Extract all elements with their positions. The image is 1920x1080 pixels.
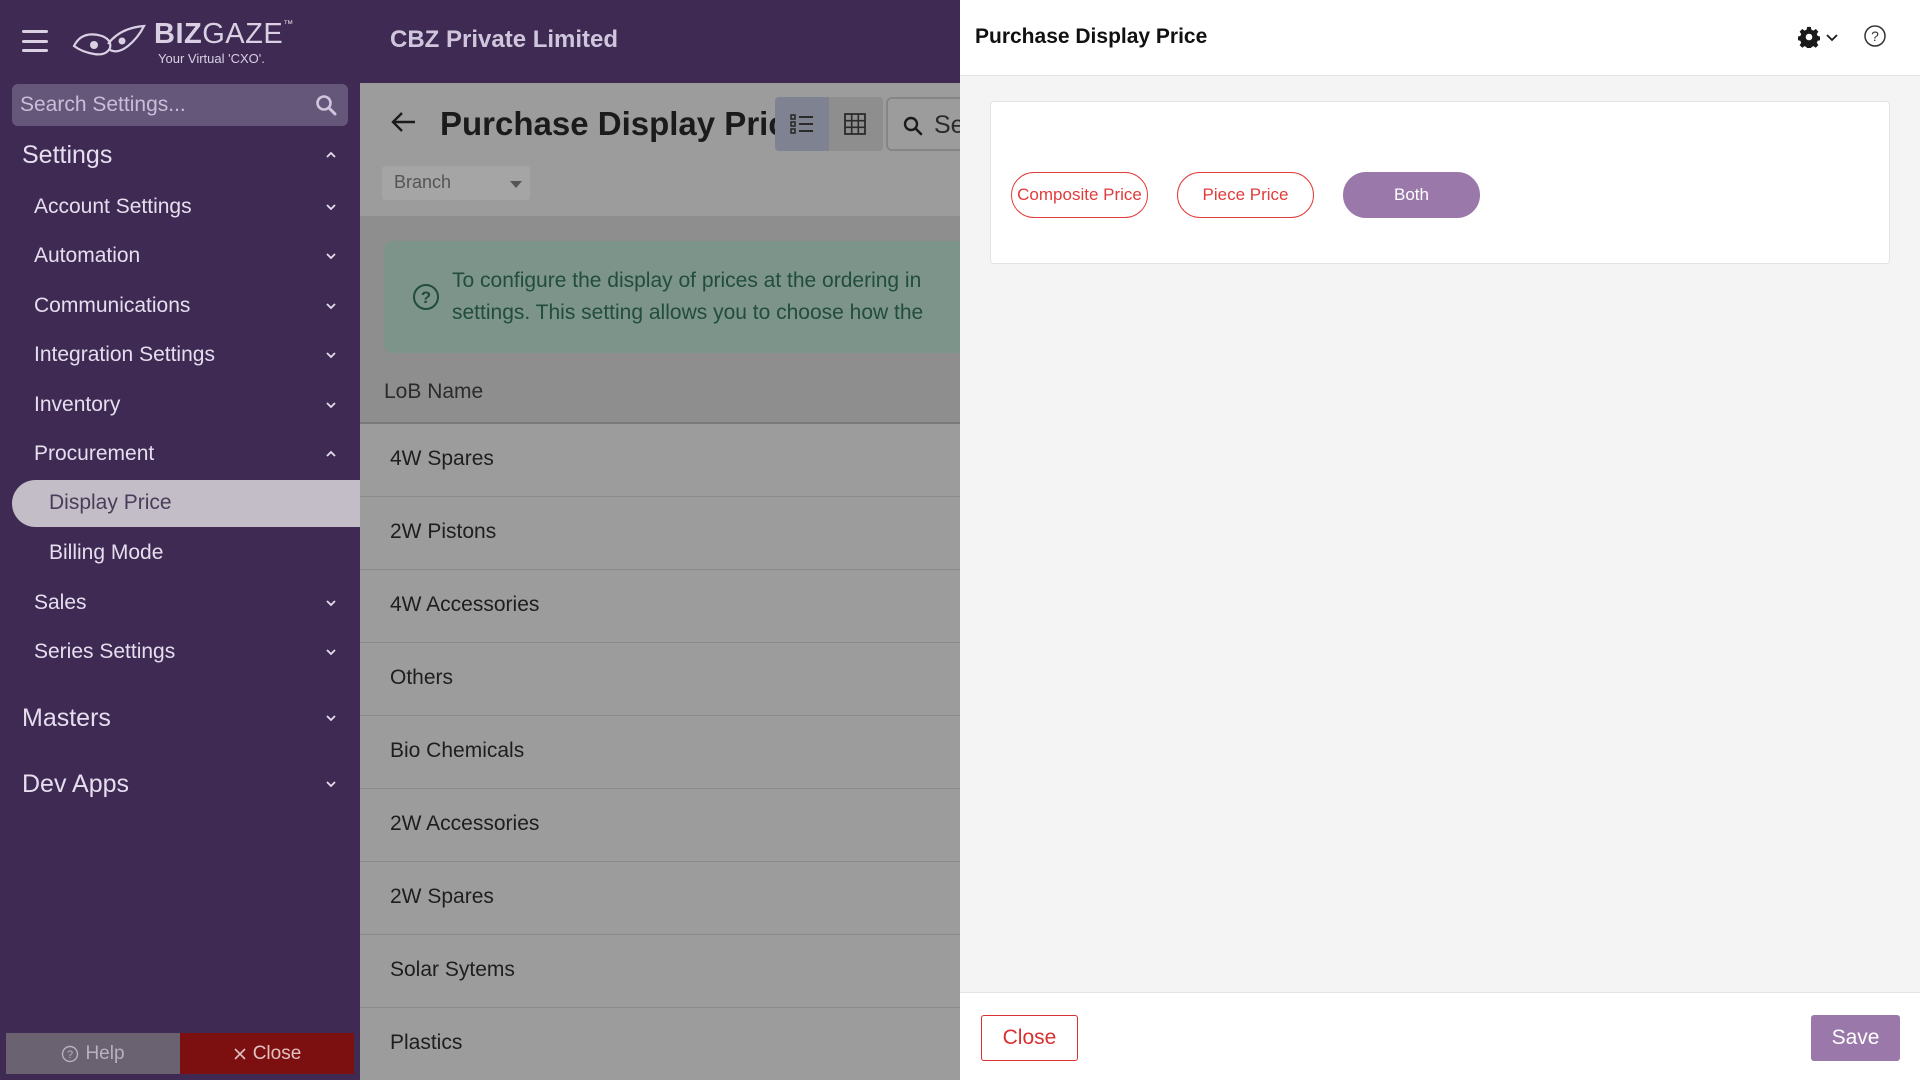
- table-row[interactable]: 4W Spares: [360, 424, 960, 497]
- piece-price-option[interactable]: Piece Price: [1177, 172, 1314, 218]
- branch-dropdown-label: Branch: [394, 172, 452, 192]
- chevron-down-icon[interactable]: [1826, 33, 1838, 43]
- chevron-down-icon[interactable]: [325, 399, 337, 411]
- search-settings-input[interactable]: [20, 93, 314, 117]
- sidebar-section-masters[interactable]: Masters: [22, 704, 111, 733]
- logo-brand-bold: BIZ: [154, 17, 203, 50]
- sidebar-item-communications[interactable]: Communications: [34, 294, 190, 318]
- sidebar-close-button[interactable]: Close: [180, 1033, 354, 1074]
- modal-footer: Close Save: [960, 992, 1920, 1080]
- both-option[interactable]: Both: [1343, 172, 1480, 218]
- lob-name-cell: 4W Accessories: [390, 593, 540, 616]
- sidebar-close-label: Close: [252, 1042, 302, 1064]
- info-text-line2: settings. This setting allows you to cho…: [452, 301, 924, 324]
- logo-tagline: Your Virtual 'CXO'.: [158, 50, 265, 66]
- table-row[interactable]: Bio Chemicals: [360, 716, 960, 789]
- logo-trademark: ™: [283, 18, 294, 30]
- info-text: To configure the display of prices at th…: [452, 265, 923, 329]
- close-icon: [234, 1047, 246, 1060]
- chevron-up-icon[interactable]: [325, 448, 337, 460]
- chevron-down-icon[interactable]: [325, 597, 337, 609]
- lob-name-cell: 4W Spares: [390, 447, 494, 470]
- sidebar-item-display-price-label[interactable]: Display Price: [49, 491, 172, 515]
- bizgaze-logo: BIZGAZE™ Your Virtual 'CXO'.: [72, 18, 294, 66]
- table-row[interactable]: Plastics: [360, 1008, 960, 1080]
- page-title: Purchase Display Price: [440, 105, 806, 142]
- grid-view-icon[interactable]: [844, 113, 866, 135]
- chevron-up-icon[interactable]: [325, 149, 337, 161]
- table-row[interactable]: Solar Sytems: [360, 935, 960, 1008]
- sidebar-section-settings[interactable]: Settings: [22, 141, 112, 170]
- list-view-icon[interactable]: [790, 113, 814, 135]
- lob-name-cell: 2W Accessories: [390, 812, 540, 835]
- modal-header: Purchase Display Price ?: [960, 0, 1920, 76]
- search-settings-box[interactable]: [12, 84, 348, 126]
- chevron-down-icon[interactable]: [325, 349, 337, 361]
- top-bar: BIZGAZE™ Your Virtual 'CXO'. CBZ Private…: [0, 0, 960, 83]
- sidebar-item-billing-mode[interactable]: Billing Mode: [49, 541, 163, 565]
- company-name: CBZ Private Limited: [390, 26, 619, 53]
- svg-text:?: ?: [1871, 28, 1879, 44]
- sidebar-item-account-settings[interactable]: Account Settings: [34, 195, 192, 219]
- table-row[interactable]: 4W Accessories: [360, 570, 960, 643]
- lob-search-input[interactable]: Se: [886, 97, 966, 151]
- modal-title: Purchase Display Price: [975, 25, 1208, 48]
- chevron-down-icon[interactable]: [325, 646, 337, 658]
- lob-name-cell: Solar Sytems: [390, 958, 515, 981]
- sidebar-item-sales[interactable]: Sales: [34, 591, 87, 615]
- help-circle-icon: ?: [62, 1045, 79, 1062]
- lob-name-cell: Plastics: [390, 1031, 463, 1054]
- price-option-card: Composite Price Piece Price Both: [990, 101, 1890, 264]
- help-button[interactable]: ? Help: [6, 1033, 180, 1074]
- sidebar-item-integration-settings[interactable]: Integration Settings: [34, 343, 215, 367]
- search-icon: [903, 116, 923, 136]
- save-button[interactable]: Save: [1811, 1015, 1900, 1061]
- main-content: Purchase Display Price Se Branch ? To co…: [360, 83, 966, 1080]
- lob-name-cell: 2W Pistons: [390, 520, 497, 543]
- logo-brand-light: GAZE: [202, 17, 284, 50]
- chevron-down-icon[interactable]: [325, 300, 337, 312]
- table-row[interactable]: 2W Spares: [360, 862, 960, 935]
- owl-logo-icon: [72, 24, 146, 56]
- sidebar-section-dev-apps[interactable]: Dev Apps: [22, 770, 129, 799]
- gear-icon[interactable]: [1798, 26, 1820, 48]
- composite-price-option[interactable]: Composite Price: [1011, 172, 1148, 218]
- branch-dropdown[interactable]: Branch: [382, 166, 530, 200]
- column-header-lob-name: LoB Name: [384, 380, 484, 403]
- chevron-down-icon[interactable]: [325, 250, 337, 262]
- svg-text:?: ?: [67, 1049, 73, 1061]
- close-button[interactable]: Close: [981, 1015, 1078, 1061]
- table-row[interactable]: Others: [360, 643, 960, 716]
- help-button-label: Help: [85, 1042, 125, 1064]
- view-toggle: [775, 97, 883, 151]
- caret-down-icon: [510, 181, 522, 188]
- table-row[interactable]: 2W Accessories: [360, 789, 960, 862]
- chevron-down-icon[interactable]: [325, 201, 337, 213]
- lob-name-cell: Others: [390, 666, 454, 689]
- sidebar-item-series-settings[interactable]: Series Settings: [34, 640, 175, 664]
- sidebar-item-procurement[interactable]: Procurement: [34, 442, 154, 466]
- chevron-down-icon[interactable]: [325, 778, 337, 790]
- back-arrow-icon[interactable]: [390, 111, 418, 133]
- table-row[interactable]: 2W Pistons: [360, 497, 960, 570]
- svg-text:?: ?: [421, 288, 431, 307]
- question-circle-icon: ?: [413, 284, 439, 310]
- search-icon[interactable]: [314, 93, 338, 117]
- chevron-down-icon[interactable]: [325, 712, 337, 724]
- purchase-display-price-modal: Purchase Display Price ? Composite Price…: [960, 0, 1920, 1080]
- hamburger-menu-icon[interactable]: [22, 30, 48, 52]
- lob-name-cell: 2W Spares: [390, 885, 494, 908]
- sidebar-item-automation[interactable]: Automation: [34, 244, 140, 268]
- settings-sidebar: Settings Account Settings Automation Com…: [0, 0, 360, 1080]
- help-circle-icon[interactable]: ?: [1863, 24, 1887, 48]
- lob-name-cell: Bio Chemicals: [390, 739, 525, 762]
- sidebar-item-inventory[interactable]: Inventory: [34, 393, 120, 417]
- info-text-line1: To configure the display of prices at th…: [452, 269, 922, 292]
- info-banner: ? To configure the display of prices at …: [384, 241, 960, 353]
